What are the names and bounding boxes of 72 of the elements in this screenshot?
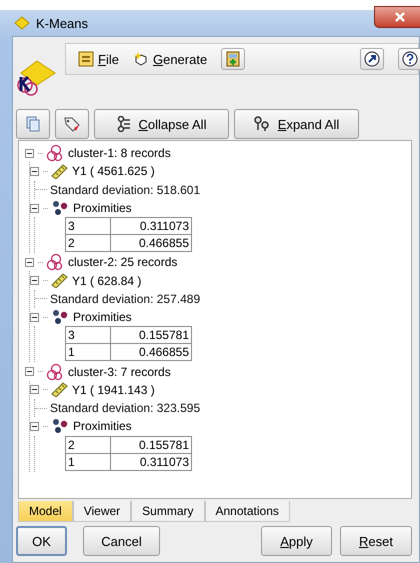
tree-text: Standard deviation: 323.595	[50, 401, 200, 416]
tab[interactable]: Viewer	[72, 501, 132, 522]
add-node-button[interactable]	[221, 48, 246, 70]
file-menu[interactable]: File	[78, 51, 119, 67]
tree-text: Standard deviation: 518.601	[50, 182, 200, 197]
tree-item[interactable]: cluster-1: 8 records	[68, 146, 171, 160]
collapse-toggle[interactable]	[25, 258, 34, 267]
table-cell: 0.466855	[110, 344, 192, 361]
collapse-toggle[interactable]	[30, 312, 39, 322]
add-node-icon	[225, 51, 242, 67]
tree-item[interactable]: Y1 ( 628.84 )	[72, 274, 142, 288]
dialog-button[interactable]: Cancel	[83, 526, 160, 556]
table-cell: 2	[66, 436, 110, 454]
cluster-icon	[46, 253, 64, 272]
tree-item[interactable]: cluster-2: 25 records	[68, 255, 178, 270]
diamond-icon	[14, 16, 30, 30]
tree-item[interactable]: Y1 ( 4561.625 )	[72, 164, 155, 178]
expand-all-button[interactable]: Expand All	[234, 109, 359, 139]
table-cell: 0.155781	[110, 326, 192, 344]
collapse-all-button[interactable]: Collapse All	[94, 109, 229, 139]
collapse-icon	[116, 116, 131, 132]
ruler-icon	[51, 164, 68, 179]
collapse-toggle[interactable]	[25, 367, 34, 376]
logo-icon	[15, 59, 57, 97]
cluster-icon	[46, 144, 64, 162]
tree-item[interactable]: Y1 ( 1941.143 )	[72, 382, 155, 397]
collapse-toggle[interactable]	[30, 276, 39, 286]
tree-text: Standard deviation: 257.489	[50, 292, 200, 306]
cluster-icon	[46, 362, 64, 381]
table-cell: 0.311073	[110, 453, 192, 470]
tree-item[interactable]: cluster-3: 7 records	[68, 364, 171, 379]
ruler-icon	[51, 273, 68, 288]
ruler-icon	[51, 382, 68, 398]
table-cell: 1	[66, 344, 110, 361]
help-button[interactable]	[398, 48, 420, 70]
generate-menu[interactable]: Generate	[132, 51, 208, 67]
dots-icon	[51, 418, 69, 434]
collapse-toggle[interactable]	[30, 422, 39, 431]
table-cell: 0.155781	[110, 436, 192, 454]
expand-icon	[254, 116, 270, 132]
window-title: K-Means	[36, 16, 88, 30]
tree-item[interactable]: Proximities	[73, 310, 132, 324]
collapse-toggle[interactable]	[25, 148, 34, 158]
tab[interactable]: Summary	[131, 501, 204, 522]
tab[interactable]: Model	[18, 501, 73, 522]
dots-icon	[51, 309, 69, 326]
arrow-button[interactable]	[360, 48, 384, 70]
table-cell: 1	[66, 453, 110, 470]
dialog-button[interactable]: Reset	[340, 526, 412, 556]
sparkle-icon	[132, 51, 149, 67]
collapse-toggle[interactable]	[30, 385, 39, 394]
table-cell: 2	[66, 234, 110, 252]
table-cell: 3	[66, 326, 110, 344]
tree-item[interactable]: Proximities	[73, 419, 132, 434]
dialog-button[interactable]: Apply	[261, 526, 332, 556]
table-cell: 0.466855	[110, 234, 192, 252]
tab[interactable]: Annotations	[204, 501, 290, 522]
pages-icon	[25, 116, 41, 132]
copy-button[interactable]	[16, 109, 50, 139]
close-button[interactable]	[374, 6, 420, 28]
dots-icon	[51, 200, 69, 216]
file-icon	[78, 51, 94, 67]
collapse-toggle[interactable]	[30, 166, 39, 176]
tag-icon	[63, 116, 81, 132]
dialog-button[interactable]: OK	[16, 526, 67, 556]
tag-button[interactable]	[55, 109, 89, 139]
table-cell: 0.311073	[110, 218, 192, 235]
table-cell: 3	[66, 218, 110, 235]
tree-item[interactable]: Proximities	[73, 201, 132, 216]
collapse-toggle[interactable]	[30, 204, 39, 213]
close-icon	[394, 12, 406, 22]
help-icon	[402, 51, 418, 67]
